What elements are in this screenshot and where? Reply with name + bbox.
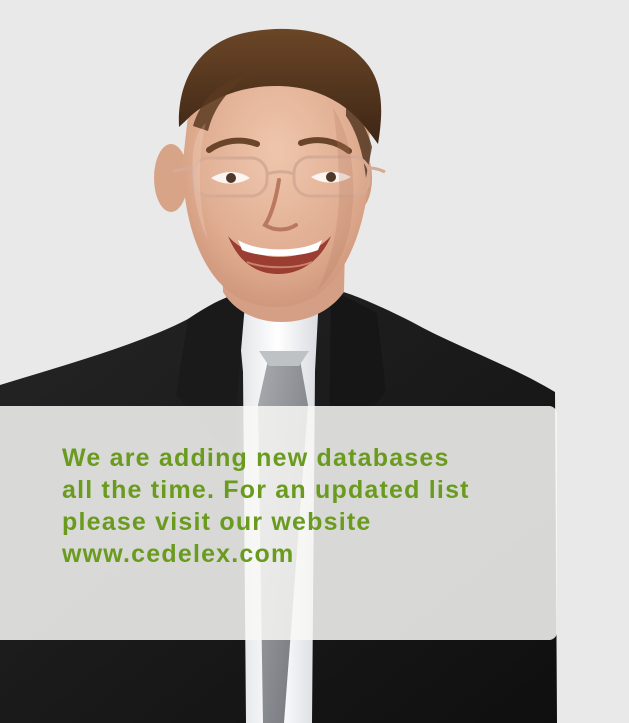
message-overlay: We are adding new databases all the time… [0, 406, 557, 640]
website-update-message: We are adding new databases all the time… [62, 444, 470, 568]
promo-screen: We are adding new databases all the time… [0, 0, 629, 723]
